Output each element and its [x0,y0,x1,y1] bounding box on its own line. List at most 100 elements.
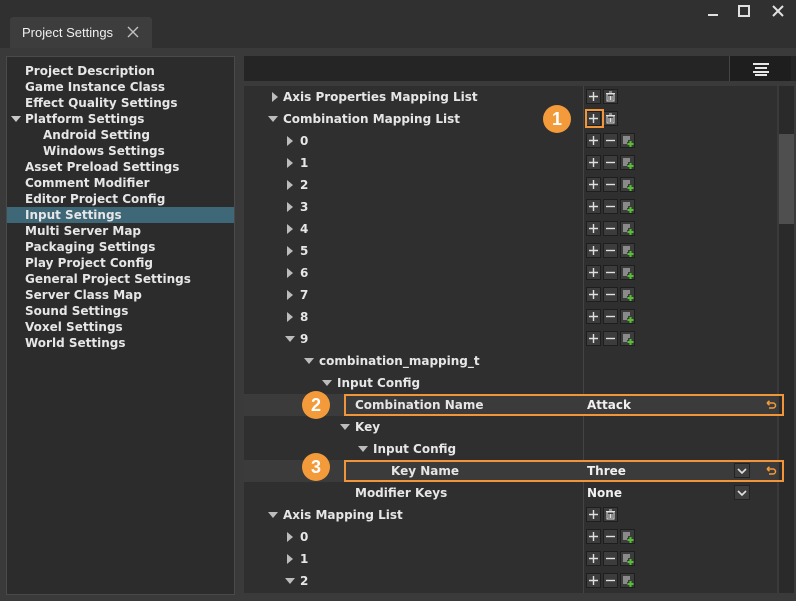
sidebar-item[interactable]: Packaging Settings [25,239,155,255]
property-row[interactable]: 1 [244,152,777,174]
add-element-icon[interactable] [586,89,601,104]
add-element-icon[interactable] [586,529,601,544]
expand-arrow-icon[interactable] [287,290,293,300]
expand-arrow-icon[interactable] [287,180,293,190]
expand-arrow-icon[interactable] [272,92,278,102]
close-tab-icon[interactable] [126,25,140,39]
delete-all-icon[interactable] [603,507,618,522]
property-row[interactable]: Key [244,416,777,438]
close-icon[interactable] [762,0,794,22]
collapse-arrow-icon[interactable] [285,578,295,584]
expand-arrow-icon[interactable] [287,158,293,168]
add-element-icon[interactable] [586,155,601,170]
duplicate-element-icon[interactable] [620,221,635,236]
collapse-arrow-icon[interactable] [268,512,278,518]
property-row[interactable]: 1 [244,548,777,570]
minimize-icon[interactable] [697,0,729,22]
property-row[interactable]: 2 [244,174,777,196]
maximize-icon[interactable] [728,0,760,22]
delete-all-icon[interactable] [603,111,618,126]
sidebar-item[interactable]: Project Description [25,63,155,79]
sidebar-item[interactable]: Android Setting [43,127,150,143]
sidebar-item[interactable]: Input Settings [7,207,234,223]
vertical-scrollbar[interactable] [779,86,794,593]
remove-element-icon[interactable] [603,177,618,192]
add-element-icon[interactable] [586,287,601,302]
property-row[interactable]: Modifier Keys None [244,482,777,504]
sidebar-item[interactable]: Editor Project Config [25,191,165,207]
expand-arrow-icon[interactable] [287,532,293,542]
sidebar-item[interactable]: General Project Settings [25,271,191,287]
property-row[interactable]: 6 [244,262,777,284]
property-row[interactable]: 8 [244,306,777,328]
add-element-icon[interactable] [586,507,601,522]
chevron-down-icon[interactable] [734,485,750,500]
duplicate-element-icon[interactable] [620,177,635,192]
property-row[interactable]: Combination Mapping List [244,108,777,130]
add-element-icon[interactable] [586,243,601,258]
property-row[interactable]: Axis Mapping List [244,504,777,526]
sidebar-item[interactable]: Effect Quality Settings [25,95,178,111]
expand-arrow-icon[interactable] [11,116,21,122]
expand-arrow-icon[interactable] [287,268,293,278]
remove-element-icon[interactable] [603,551,618,566]
duplicate-element-icon[interactable] [620,199,635,214]
sidebar-item[interactable]: Comment Modifier [25,175,150,191]
sidebar-item[interactable]: Voxel Settings [25,319,123,335]
sidebar-item[interactable]: Server Class Map [25,287,142,303]
duplicate-element-icon[interactable] [620,243,635,258]
add-element-icon[interactable] [586,331,601,346]
sidebar-item[interactable]: Windows Settings [43,143,165,159]
remove-element-icon[interactable] [603,155,618,170]
add-element-icon[interactable] [586,573,601,588]
sidebar-item[interactable]: Asset Preload Settings [25,159,179,175]
duplicate-element-icon[interactable] [620,287,635,302]
sidebar-item[interactable]: Sound Settings [25,303,128,319]
add-element-icon[interactable] [586,199,601,214]
add-element-icon[interactable] [586,221,601,236]
remove-element-icon[interactable] [603,199,618,214]
duplicate-element-icon[interactable] [620,573,635,588]
property-row[interactable]: 4 [244,218,777,240]
expand-arrow-icon[interactable] [287,224,293,234]
property-row[interactable]: 9 [244,328,777,350]
duplicate-element-icon[interactable] [620,529,635,544]
add-element-icon[interactable] [586,309,601,324]
sidebar-item[interactable]: Multi Server Map [25,223,141,239]
property-row[interactable]: 0 [244,130,777,152]
add-element-icon[interactable] [586,133,601,148]
collapse-arrow-icon[interactable] [340,424,350,430]
property-row[interactable]: 2 [244,570,777,592]
delete-all-icon[interactable] [603,89,618,104]
property-row[interactable]: 7 [244,284,777,306]
remove-element-icon[interactable] [603,221,618,236]
expand-arrow-icon[interactable] [287,246,293,256]
remove-element-icon[interactable] [603,243,618,258]
property-row[interactable]: Axis Properties Mapping List [244,86,777,108]
collapse-arrow-icon[interactable] [304,358,314,364]
remove-element-icon[interactable] [603,529,618,544]
expand-arrow-icon[interactable] [287,554,293,564]
add-element-icon[interactable] [586,551,601,566]
collapse-arrow-icon[interactable] [322,380,332,386]
duplicate-element-icon[interactable] [620,133,635,148]
collapse-arrow-icon[interactable] [268,116,278,122]
tab-project-settings[interactable]: Project Settings [10,17,152,48]
remove-element-icon[interactable] [603,265,618,280]
remove-element-icon[interactable] [603,573,618,588]
expand-arrow-icon[interactable] [287,312,293,322]
sidebar-item[interactable]: Platform Settings [11,111,144,127]
duplicate-element-icon[interactable] [620,265,635,280]
property-row[interactable]: combination_mapping_t [244,350,777,372]
add-element-icon[interactable] [586,265,601,280]
duplicate-element-icon[interactable] [620,551,635,566]
property-row[interactable]: Input Config [244,372,777,394]
hamburger-icon[interactable] [729,56,791,81]
remove-element-icon[interactable] [603,287,618,302]
expand-arrow-icon[interactable] [287,202,293,212]
scrollbar-thumb[interactable] [779,134,794,224]
add-element-icon[interactable] [586,177,601,192]
duplicate-element-icon[interactable] [620,155,635,170]
collapse-arrow-icon[interactable] [358,446,368,452]
sidebar-item[interactable]: World Settings [25,335,126,351]
